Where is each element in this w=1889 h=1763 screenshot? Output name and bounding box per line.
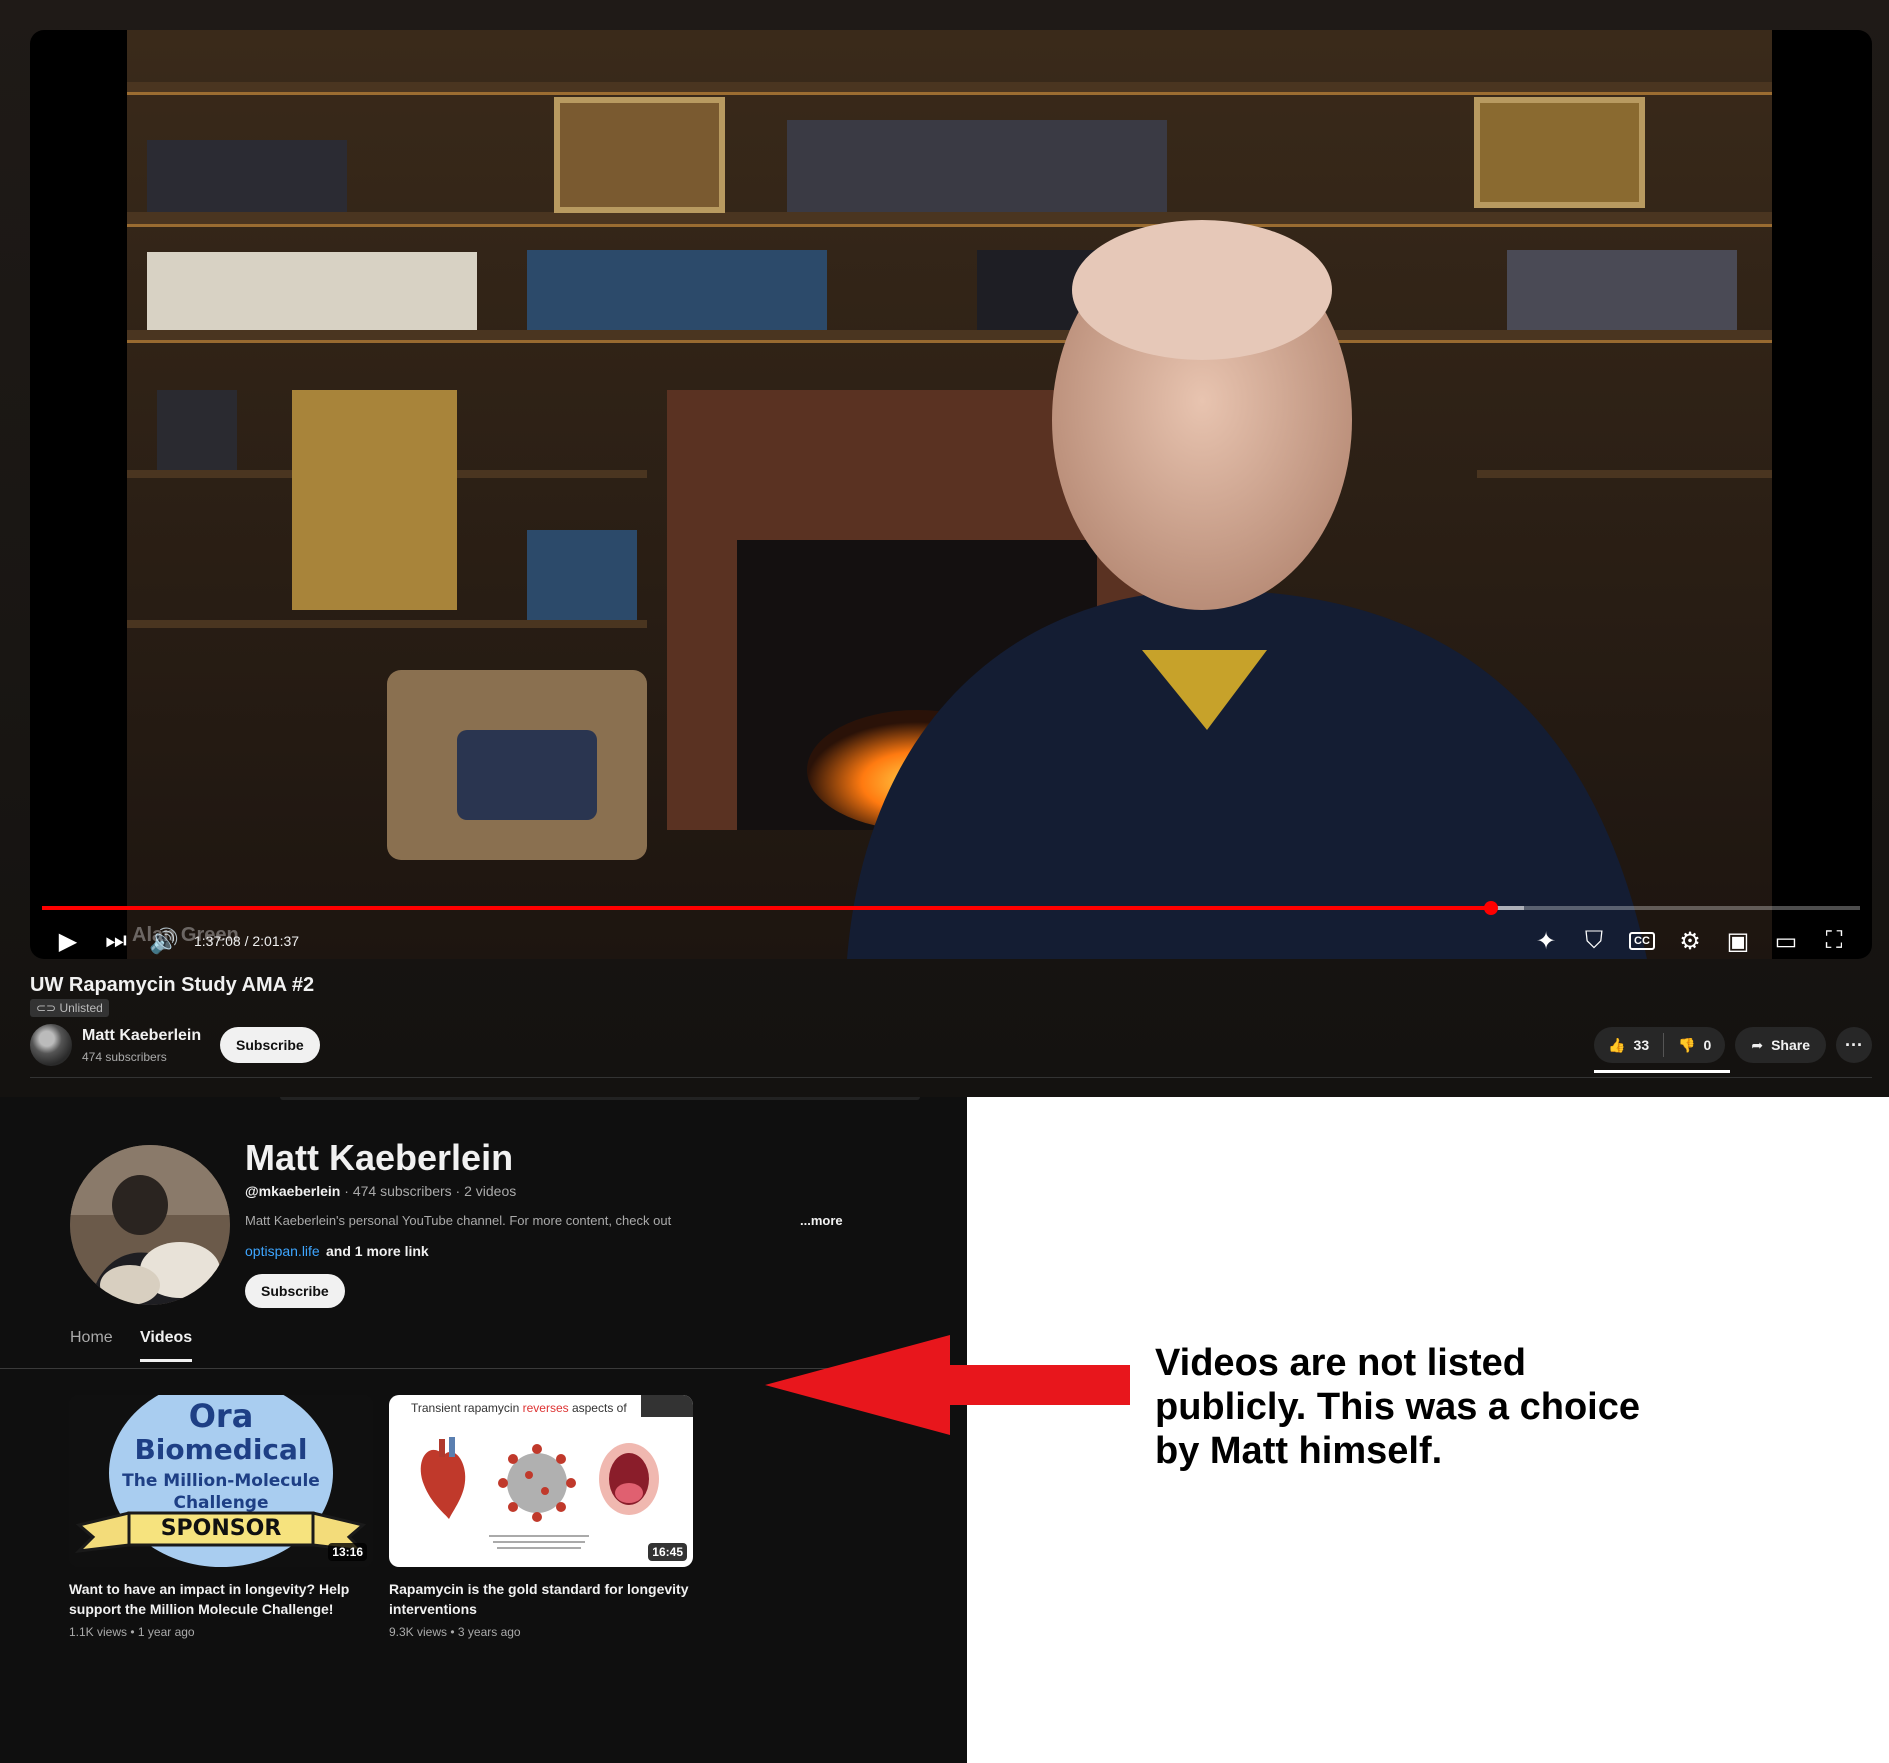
divider xyxy=(30,1077,1872,1078)
video-meta: 1.1K views • 1 year ago xyxy=(69,1625,195,1639)
annotation-arrow-icon xyxy=(765,1335,1130,1435)
channel-subscribe-button[interactable]: Subscribe xyxy=(245,1274,345,1308)
share-label: Share xyxy=(1771,1037,1810,1053)
channel-avatar-image xyxy=(70,1145,230,1305)
channel-avatar[interactable] xyxy=(30,1024,72,1066)
like-count[interactable]: 33 xyxy=(1634,1037,1650,1053)
channel-meta: @mkaeberlein · 474 subscribers · 2 video… xyxy=(245,1183,516,1199)
player-controls: ▶ ⏭ 🔊 1:37:08 / 2:01:37 ✦ ⛉ CC ⚙ ▣ ▭ ⛶ xyxy=(30,923,1872,959)
watch-page: ▶ ⏭ 🔊 1:37:08 / 2:01:37 ✦ ⛉ CC ⚙ ▣ ▭ ⛶ A… xyxy=(0,0,1889,1097)
like-separator xyxy=(1663,1033,1665,1057)
video-card[interactable]: Transient rapamycin reverses aspects of xyxy=(389,1395,693,1639)
share-button[interactable]: ➦ Share xyxy=(1735,1027,1826,1063)
video-actions: 👍 33 👎 0 ➦ Share ··· xyxy=(1594,1027,1872,1073)
dislike-count[interactable]: 0 xyxy=(1704,1037,1712,1053)
video-duration: 13:16 xyxy=(328,1543,367,1561)
like-dislike-group: 👍 33 👎 0 xyxy=(1594,1027,1731,1073)
thumb-text-biomedical: Biomedical xyxy=(134,1433,308,1466)
video-thumbnail[interactable]: Transient rapamycin reverses aspects of xyxy=(389,1395,693,1567)
progress-bar[interactable] xyxy=(42,901,1860,915)
channel-banner-edge xyxy=(280,1097,920,1100)
video-title-link[interactable]: Want to have an impact in longevity? Hel… xyxy=(69,1579,369,1619)
share-icon: ➦ xyxy=(1751,1036,1764,1053)
video-title-link[interactable]: Rapamycin is the gold standard for longe… xyxy=(389,1579,689,1619)
channel-name[interactable]: Matt Kaeberlein xyxy=(82,1027,201,1045)
more-actions-button[interactable]: ··· xyxy=(1836,1027,1872,1063)
unlisted-label: Unlisted xyxy=(59,1001,103,1015)
subscribe-button[interactable]: Subscribe xyxy=(220,1027,320,1063)
tab-videos[interactable]: Videos xyxy=(140,1329,193,1362)
video-thumbnail[interactable]: Ora Biomedical The Million-Molecule Chal… xyxy=(69,1395,373,1567)
unlisted-badge: ⊂⊃ Unlisted xyxy=(30,999,109,1017)
channel-subscribers: 474 subscribers xyxy=(82,1050,167,1064)
theater-mode-icon[interactable]: ▭ xyxy=(1762,923,1810,959)
channel-external-link[interactable]: optispan.life xyxy=(245,1243,320,1259)
channel-page-avatar[interactable] xyxy=(70,1145,230,1305)
thumb-text-million: The Million-Molecule xyxy=(122,1471,320,1491)
description-more-link[interactable]: ...more xyxy=(800,1213,843,1228)
channel-description[interactable]: Matt Kaeberlein's personal YouTube chann… xyxy=(245,1213,671,1228)
thumb-text-ora: Ora xyxy=(188,1397,254,1435)
annotation-text: Videos are not listed publicly. This was… xyxy=(1155,1342,1641,1472)
miniplayer-icon[interactable]: ▣ xyxy=(1714,923,1762,959)
video-frame-image xyxy=(127,30,1772,959)
video-card[interactable]: Ora Biomedical The Million-Molecule Chal… xyxy=(69,1395,373,1639)
thumb-text-sponsor: SPONSOR xyxy=(160,1516,282,1541)
channel-handle: @mkaeberlein xyxy=(245,1183,341,1199)
thumbs-up-icon[interactable]: 👍 xyxy=(1608,1037,1625,1054)
fullscreen-icon[interactable]: ⛶ xyxy=(1810,923,1858,959)
like-underline xyxy=(1594,1070,1731,1073)
rapamycin-thumbnail-art xyxy=(420,1395,693,1549)
channel-row: Matt Kaeberlein 474 subscribers Subscrib… xyxy=(30,1024,1872,1073)
channel-stats: · 474 subscribers · 2 videos xyxy=(340,1183,517,1199)
thumbs-down-icon[interactable]: 👎 xyxy=(1678,1037,1695,1054)
video-frame[interactable] xyxy=(127,30,1772,959)
progress-played xyxy=(42,906,1491,910)
captions-icon[interactable]: CC xyxy=(1618,923,1666,959)
video-watermark: Alan Green xyxy=(132,924,239,946)
ai-sparkle-icon[interactable]: ✦ xyxy=(1522,923,1570,959)
play-icon[interactable]: ▶ xyxy=(44,923,92,959)
thumb-text-challenge: Challenge xyxy=(173,1493,269,1513)
shield-icon[interactable]: ⛉ xyxy=(1570,923,1618,959)
settings-gear-icon[interactable]: ⚙ xyxy=(1666,923,1714,959)
progress-scrubber[interactable] xyxy=(1483,901,1498,915)
channel-more-links[interactable]: and 1 more link xyxy=(326,1243,429,1259)
video-player[interactable]: ▶ ⏭ 🔊 1:37:08 / 2:01:37 ✦ ⛉ CC ⚙ ▣ ▭ ⛶ xyxy=(30,30,1872,959)
video-duration: 16:45 xyxy=(648,1543,687,1561)
tab-home[interactable]: Home xyxy=(70,1329,113,1359)
channel-page-name: Matt Kaeberlein xyxy=(245,1137,514,1178)
video-title: UW Rapamycin Study AMA #2 xyxy=(30,974,315,996)
link-icon: ⊂⊃ xyxy=(36,1001,60,1015)
video-meta: 9.3K views • 3 years ago xyxy=(389,1625,521,1639)
